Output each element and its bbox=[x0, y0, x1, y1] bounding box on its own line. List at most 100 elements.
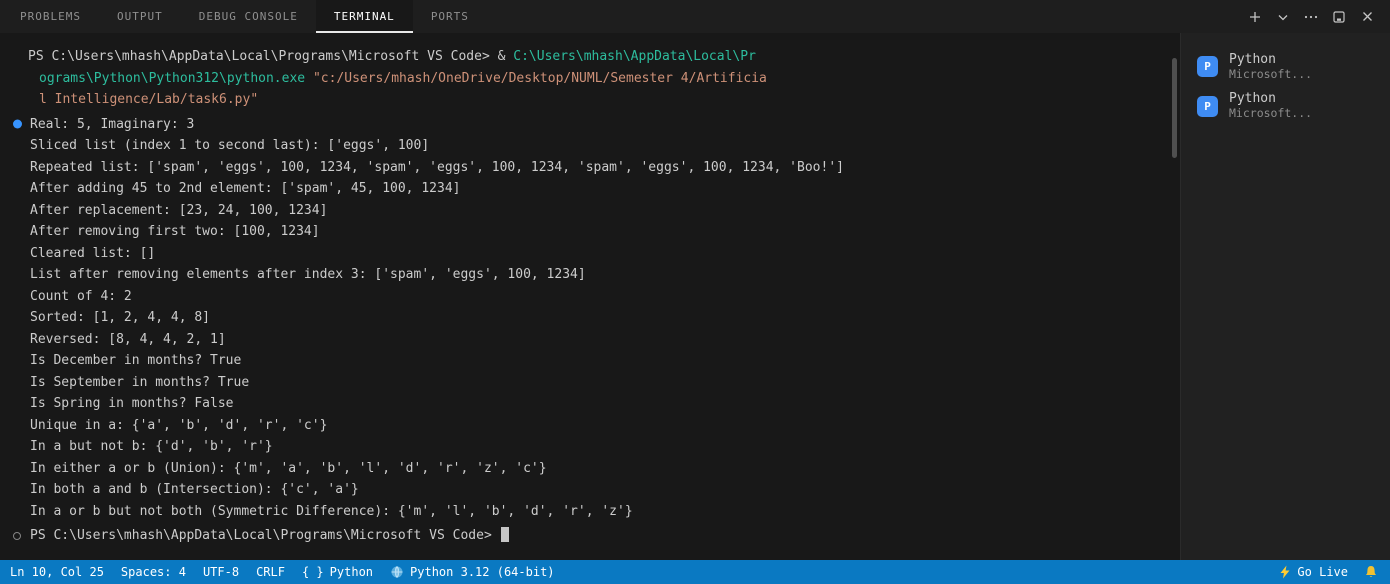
terminal-line: Sorted: [1, 2, 4, 4, 8] bbox=[0, 307, 1180, 329]
terminal-line: In a or b but not both (Symmetric Differ… bbox=[0, 501, 1180, 523]
terminal-scrollbar[interactable] bbox=[1172, 58, 1177, 158]
terminal-line: In a but not b: {'d', 'b', 'r'} bbox=[0, 436, 1180, 458]
python-terminal-icon: P bbox=[1197, 56, 1218, 78]
terminal-line: Reversed: [8, 4, 4, 2, 1] bbox=[0, 329, 1180, 351]
terminal-line: Is Spring in months? False bbox=[0, 393, 1180, 415]
vscode-terminal-panel: PROBLEMS OUTPUT DEBUG CONSOLE TERMINAL PORTS bbox=[0, 0, 1390, 584]
terminal-text-segment: After removing first two: [100, 1234] bbox=[30, 224, 320, 239]
terminal-line: After replacement: [23, 24, 100, 1234] bbox=[0, 200, 1180, 222]
command-success-decoration-icon[interactable] bbox=[13, 119, 22, 129]
terminal-tabs-sidebar: P Python Microsoft... P Python Microsoft... bbox=[1180, 33, 1390, 560]
terminal-line: Unique in a: {'a', 'b', 'd', 'r', 'c'} bbox=[0, 415, 1180, 437]
terminal-line: Count of 4: 2 bbox=[0, 286, 1180, 308]
ellipsis-icon bbox=[1303, 10, 1319, 24]
status-line-col[interactable]: Ln 10, Col 25 bbox=[10, 565, 104, 579]
globe-icon bbox=[390, 565, 404, 579]
go-live-label: Go Live bbox=[1297, 565, 1348, 579]
terminal-text-segment: Unique in a: {'a', 'b', 'd', 'r', 'c'} bbox=[30, 417, 328, 433]
go-live-button[interactable]: Go Live bbox=[1279, 565, 1348, 579]
terminal-text-segment: Sliced list (index 1 to second last): ['… bbox=[30, 138, 430, 153]
panel-tab-problems[interactable]: PROBLEMS bbox=[2, 0, 99, 33]
terminal-text-segment: "c:/Users/mhash/OneDrive/Desktop/NUML/Se… bbox=[312, 70, 767, 86]
status-python-interpreter[interactable]: Python 3.12 (64-bit) bbox=[390, 565, 555, 579]
panel-tab-terminal[interactable]: TERMINAL bbox=[315, 0, 413, 33]
terminal-text-segment: Sorted: [1, 2, 4, 4, 8] bbox=[30, 310, 211, 325]
terminal-text-segment: l Intelligence/Lab/task6.py" bbox=[39, 92, 259, 107]
maximize-panel-button[interactable] bbox=[1328, 6, 1350, 28]
bell-icon bbox=[1364, 565, 1378, 579]
terminal-line: Is December in months? True bbox=[0, 350, 1180, 372]
terminal-text-segment: PS C:\Users\mhash\AppData\Local\Programs… bbox=[30, 528, 500, 543]
terminal-text-segment: In a or b but not both (Symmetric Differ… bbox=[30, 503, 633, 519]
status-eol[interactable]: CRLF bbox=[256, 565, 285, 579]
terminal-line: Repeated list: ['spam', 'eggs', 100, 123… bbox=[0, 157, 1180, 179]
terminal-item-detail: Microsoft... bbox=[1229, 66, 1313, 81]
command-prompt-decoration-icon[interactable] bbox=[13, 531, 21, 540]
terminal-line: Sliced list (index 1 to second last): ['… bbox=[0, 135, 1180, 157]
terminal-item-title: Python bbox=[1229, 52, 1276, 67]
panel-header: PROBLEMS OUTPUT DEBUG CONSOLE TERMINAL PORTS bbox=[0, 0, 1390, 33]
terminal-line: ograms\Python\Python312\python.exe "c:/U… bbox=[0, 68, 1180, 90]
python-terminal-icon: P bbox=[1197, 95, 1218, 117]
status-language-mode[interactable]: { } Python bbox=[302, 565, 373, 579]
braces-icon: { } bbox=[301, 565, 324, 579]
launch-profile-button[interactable] bbox=[1272, 6, 1294, 28]
plus-icon bbox=[1248, 10, 1262, 24]
terminal-line: After adding 45 to 2nd element: ['spam',… bbox=[0, 178, 1180, 200]
terminal-text-segment: In either a or b (Union): {'m', 'a', 'b'… bbox=[30, 460, 547, 476]
close-icon bbox=[1361, 10, 1374, 23]
panel-icon bbox=[1332, 10, 1346, 24]
terminal-line: List after removing elements after index… bbox=[0, 264, 1180, 286]
close-panel-button[interactable] bbox=[1356, 6, 1378, 28]
terminal-line: PS C:\Users\mhash\AppData\Local\Programs… bbox=[0, 46, 1180, 68]
terminal-text-segment: Cleared list: [] bbox=[30, 245, 156, 261]
terminal-text-segment: After replacement: [23, 24, 100, 1234] bbox=[30, 202, 328, 218]
terminal-text-segment: C:\Users\mhash\AppData\Local\Pr bbox=[513, 49, 756, 64]
status-bar: Ln 10, Col 25 Spaces: 4 UTF-8 CRLF { } P… bbox=[0, 560, 1390, 584]
terminal-line: Real: 5, Imaginary: 3 bbox=[0, 114, 1180, 136]
chevron-down-icon bbox=[1277, 11, 1289, 23]
terminal-line: l Intelligence/Lab/task6.py" bbox=[0, 89, 1180, 111]
panel-tabs: PROBLEMS OUTPUT DEBUG CONSOLE TERMINAL PORTS bbox=[0, 0, 487, 33]
terminal-tab-item[interactable]: P Python Microsoft... bbox=[1181, 86, 1390, 125]
terminal-output: PS C:\Users\mhash\AppData\Local\Programs… bbox=[0, 33, 1180, 547]
terminal-line: After removing first two: [100, 1234] bbox=[0, 221, 1180, 243]
panel-tab-debug-console[interactable]: DEBUG CONSOLE bbox=[181, 0, 316, 33]
status-bar-left: Ln 10, Col 25 Spaces: 4 UTF-8 CRLF { } P… bbox=[10, 565, 555, 579]
terminal-text-segment: ograms\Python\Python312\python.exe bbox=[39, 70, 313, 86]
terminal-text-segment: In a but not b: {'d', 'b', 'r'} bbox=[30, 439, 273, 454]
notifications-bell-button[interactable] bbox=[1364, 565, 1378, 579]
terminal-line: Cleared list: [] bbox=[0, 243, 1180, 265]
status-indentation[interactable]: Spaces: 4 bbox=[121, 565, 186, 579]
terminal-item-title: Python bbox=[1229, 91, 1276, 107]
terminal-item-detail: Microsoft... bbox=[1229, 105, 1313, 120]
status-bar-right: Go Live bbox=[1279, 565, 1378, 579]
status-encoding[interactable]: UTF-8 bbox=[203, 565, 239, 579]
terminal-text-segment: Is Spring in months? False bbox=[30, 396, 234, 411]
terminal-viewport[interactable]: PS C:\Users\mhash\AppData\Local\Programs… bbox=[0, 33, 1180, 560]
terminal-line: In both a and b (Intersection): {'c', 'a… bbox=[0, 479, 1180, 501]
panel-tab-ports[interactable]: PORTS bbox=[413, 0, 487, 33]
status-interpreter-label: Python 3.12 (64-bit) bbox=[410, 565, 555, 579]
terminal-text-segment: Repeated list: ['spam', 'eggs', 100, 123… bbox=[30, 159, 844, 175]
terminal-text-segment: Is December in months? True bbox=[30, 353, 242, 368]
terminal-text-segment: Reversed: [8, 4, 4, 2, 1] bbox=[30, 331, 226, 347]
terminal-line: PS C:\Users\mhash\AppData\Local\Programs… bbox=[0, 525, 1180, 547]
terminal-text-segment: Count of 4: 2 bbox=[30, 288, 132, 304]
terminal-tab-item[interactable]: P Python Microsoft... bbox=[1181, 47, 1390, 86]
terminal-text-segment: PS C:\Users\mhash\AppData\Local\Programs… bbox=[28, 49, 514, 64]
terminal-cursor bbox=[500, 527, 509, 542]
zap-icon bbox=[1279, 565, 1291, 579]
terminal-line: In either a or b (Union): {'m', 'a', 'b'… bbox=[0, 458, 1180, 480]
terminal-text-segment: List after removing elements after index… bbox=[30, 267, 586, 282]
new-terminal-button[interactable] bbox=[1244, 6, 1266, 28]
status-language-label: Python bbox=[329, 565, 374, 579]
panel-tab-output[interactable]: OUTPUT bbox=[99, 0, 181, 33]
more-actions-button[interactable] bbox=[1300, 6, 1322, 28]
terminal-text-segment: In both a and b (Intersection): {'c', 'a… bbox=[30, 482, 359, 497]
terminal-line: Is September in months? True bbox=[0, 372, 1180, 394]
terminal-text-segment: Real: 5, Imaginary: 3 bbox=[30, 116, 195, 132]
terminal-text-segment: Is September in months? True bbox=[30, 374, 250, 390]
terminal-text-segment: After adding 45 to 2nd element: ['spam',… bbox=[30, 181, 461, 196]
panel-actions bbox=[1244, 0, 1390, 33]
